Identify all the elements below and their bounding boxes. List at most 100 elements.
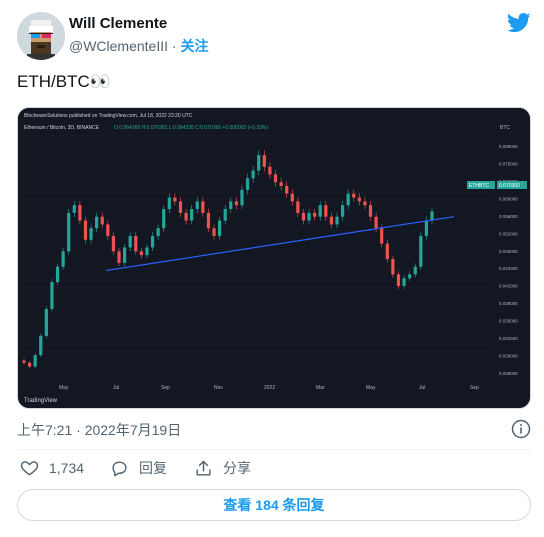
candle	[402, 278, 406, 286]
x-tick-label: Jul	[113, 385, 119, 391]
candle	[357, 197, 361, 202]
share-button[interactable]: 分享	[194, 458, 251, 478]
candle	[173, 197, 177, 202]
candle	[67, 212, 71, 252]
candle	[55, 266, 60, 283]
candle	[145, 247, 149, 256]
candle	[223, 209, 227, 221]
share-icon	[196, 460, 211, 476]
chart-symbol-line: Ethereum / Bitcoin, 3D, BINANCE	[24, 125, 100, 131]
reply-bubble-icon	[112, 460, 127, 476]
twitter-bird-icon[interactable]	[507, 12, 531, 34]
candle	[206, 212, 211, 229]
chart-ohlc: O:0.064366 H:0.070381 L:0.064335 C:0.070…	[114, 125, 268, 131]
author-name[interactable]: Will Clemente	[69, 15, 167, 32]
candle	[212, 228, 216, 236]
candle	[139, 251, 143, 256]
y-tick-label: 0.075000	[499, 161, 518, 166]
reply-button[interactable]: 回复	[110, 458, 167, 478]
candle	[318, 205, 322, 217]
candle	[385, 243, 389, 259]
candle	[335, 216, 339, 225]
candle	[340, 205, 345, 217]
x-tick-label: Sep	[470, 385, 479, 391]
ethbtc-chart: BlockwareSolutions published on TradingV…	[18, 108, 530, 408]
follow-button[interactable]: 关注	[180, 38, 208, 54]
candle	[307, 212, 311, 221]
chart-image[interactable]: BlockwareSolutions published on TradingV…	[17, 107, 531, 409]
candle	[346, 193, 350, 206]
candle	[117, 251, 121, 263]
last-price-value: 0.070360	[499, 183, 520, 189]
y-tick-label: 0.032500	[499, 336, 518, 341]
candle	[240, 189, 244, 206]
y-tick-label: 0.044000	[499, 266, 518, 271]
y-tick-label: 0.035000	[499, 319, 518, 324]
y-tick-label: 0.028000	[499, 371, 518, 376]
candle	[89, 228, 93, 240]
like-count: 1,734	[49, 459, 85, 476]
last-price-symbol: ETHBTC	[469, 183, 489, 189]
x-tick-label: Nov	[214, 385, 223, 391]
candle	[156, 228, 160, 236]
candle	[167, 197, 171, 210]
candle	[195, 201, 199, 210]
candle	[128, 235, 132, 248]
candle	[313, 212, 317, 217]
candle	[245, 178, 250, 190]
candle	[380, 228, 384, 244]
x-tick-label: May	[366, 385, 376, 391]
author-handle-row: @WClementeIII · 关注	[69, 36, 208, 56]
candle	[229, 201, 233, 210]
candle	[44, 308, 48, 336]
avatar[interactable]	[17, 12, 65, 60]
candle	[363, 201, 367, 206]
last-price-tag: ETHBTC 0.070360	[467, 181, 527, 189]
avatar-pixel-art	[17, 12, 65, 60]
candle	[413, 266, 417, 275]
candle	[430, 211, 434, 221]
tweet-timestamp[interactable]: 上午7:21 · 2022年7月19日	[17, 420, 181, 440]
candle	[184, 212, 188, 221]
x-tick-label: 2022	[264, 385, 275, 391]
view-replies-button[interactable]: 查看 184 条回复	[17, 489, 531, 521]
candle	[257, 155, 261, 171]
x-tick-label: Jul	[419, 385, 425, 391]
tradingview-watermark: TradingView	[24, 398, 58, 404]
candle	[50, 282, 54, 309]
y-tick-label: 0.030000	[499, 354, 518, 359]
candle	[396, 274, 401, 286]
candle	[279, 182, 283, 186]
y-tick-label: 0.085000	[499, 144, 518, 149]
candle	[162, 209, 166, 229]
y-tick-label: 0.060000	[499, 196, 518, 201]
candle	[218, 220, 222, 236]
candle	[83, 220, 88, 240]
candle	[374, 216, 378, 229]
candle	[190, 209, 194, 221]
candle	[290, 193, 294, 202]
y-tick-label: 0.048000	[499, 249, 518, 254]
candle	[419, 235, 423, 267]
like-button[interactable]: 1,734	[20, 458, 84, 477]
heart-icon	[20, 461, 39, 476]
candle	[368, 205, 373, 217]
candle	[408, 274, 412, 279]
candle	[22, 360, 26, 363]
candle	[234, 201, 238, 206]
candle	[33, 355, 37, 367]
candle	[329, 216, 333, 225]
y-tick-label: 0.056000	[499, 214, 518, 219]
candle	[285, 185, 289, 194]
candle	[324, 205, 328, 217]
info-icon[interactable]	[511, 419, 531, 439]
candle	[106, 224, 110, 236]
candle	[391, 259, 395, 275]
candle	[352, 193, 356, 198]
candle	[273, 174, 278, 183]
candle	[100, 216, 104, 225]
candle	[268, 166, 272, 175]
candle	[39, 335, 43, 356]
author-handle[interactable]: @WClementeIII	[69, 38, 168, 54]
candle	[27, 362, 32, 367]
